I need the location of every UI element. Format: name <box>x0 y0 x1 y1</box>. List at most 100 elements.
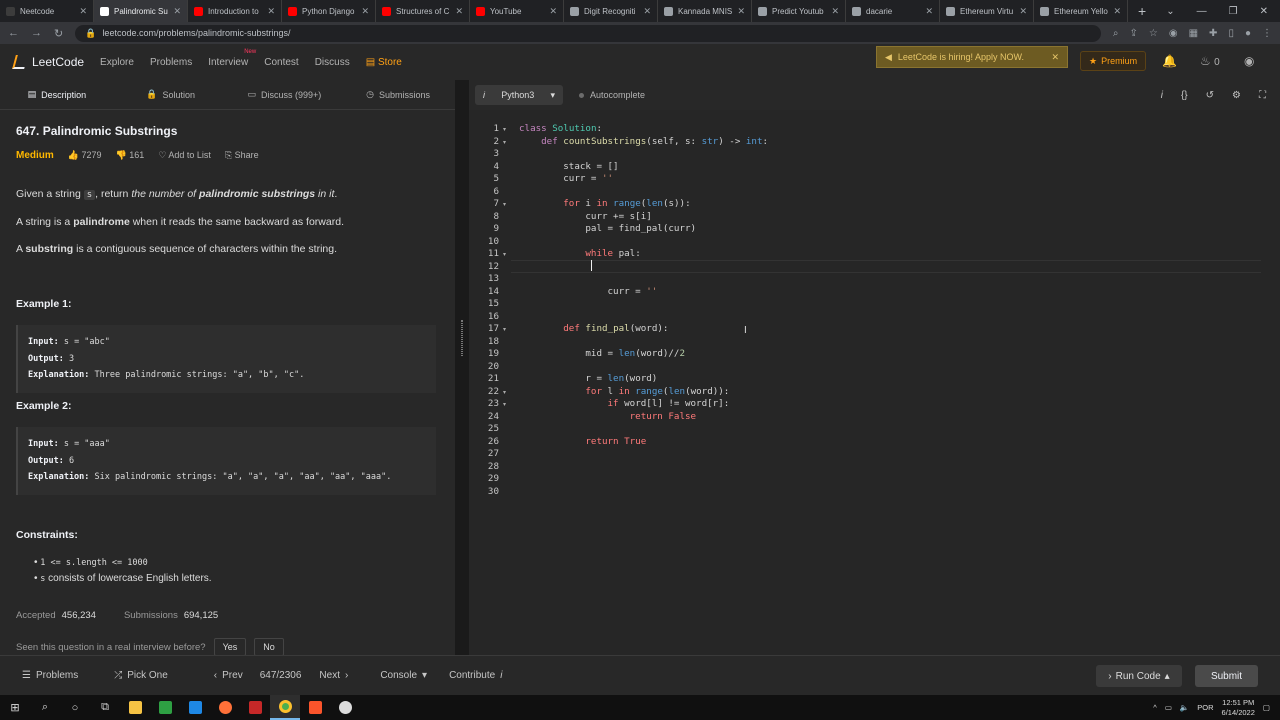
tab-discuss[interactable]: ▭ Discuss (999+) <box>228 80 342 110</box>
share-button[interactable]: ⎘ Share <box>225 150 259 161</box>
browser-tab[interactable]: Kannada MNIS ✕ <box>658 0 752 22</box>
fold-icon[interactable]: ▾ <box>503 326 506 333</box>
nav-discuss[interactable]: Discuss <box>315 57 350 68</box>
tab-solution[interactable]: 🔒 Solution <box>114 80 228 110</box>
minimize-button[interactable]: — <box>1197 6 1207 17</box>
contribute-button[interactable]: Contribute i <box>449 670 502 681</box>
sidebar-icon[interactable]: ▯ <box>1228 28 1234 39</box>
leetcode-logo[interactable]: LeetCode <box>12 55 84 69</box>
editor-scrollbar[interactable] <box>1268 110 1276 655</box>
extension-icon[interactable]: ▦ <box>1189 28 1198 39</box>
nav-explore[interactable]: Explore <box>100 57 134 68</box>
fold-icon[interactable]: ▾ <box>503 389 506 396</box>
submit-button[interactable]: Submit <box>1195 665 1258 687</box>
app-clock-icon[interactable] <box>330 695 360 720</box>
extension-icon[interactable]: ◉ <box>1169 28 1178 39</box>
premium-button[interactable]: ★ Premium <box>1080 51 1147 71</box>
close-window-button[interactable]: ✕ <box>1260 6 1268 17</box>
browser-tab[interactable]: Digit Recogniti ✕ <box>564 0 658 22</box>
close-tab-icon[interactable]: ✕ <box>737 6 745 17</box>
browser-tab[interactable]: Neetcode ✕ <box>0 0 94 22</box>
drag-handle[interactable] <box>461 320 463 356</box>
chrome-icon[interactable] <box>270 695 300 720</box>
windows-start-icon[interactable]: ⊞ <box>0 695 30 720</box>
close-tab-icon[interactable]: ✕ <box>643 6 651 17</box>
reset-icon[interactable]: ↺ <box>1206 90 1214 101</box>
app-green-icon[interactable] <box>150 695 180 720</box>
problems-button[interactable]: ☰ Problems <box>22 670 78 681</box>
chevron-up-icon[interactable]: ^ <box>1153 703 1157 712</box>
back-icon[interactable]: ← <box>8 27 19 39</box>
close-tab-icon[interactable]: ✕ <box>831 6 839 17</box>
prev-button[interactable]: ‹ Prev <box>214 670 243 681</box>
settings-icon[interactable]: ⚙ <box>1232 90 1241 101</box>
vscode-icon[interactable] <box>180 695 210 720</box>
search-icon[interactable]: ⌕ <box>1113 28 1119 39</box>
bell-icon[interactable]: 🔔 <box>1162 54 1177 68</box>
language-select[interactable]: i Python3 ▾ <box>475 85 563 105</box>
url-field[interactable]: 🔒 leetcode.com/problems/palindromic-subs… <box>75 24 1101 42</box>
forward-icon[interactable]: → <box>31 27 42 39</box>
close-tab-icon[interactable]: ✕ <box>1113 6 1121 17</box>
pick-one-button[interactable]: ⤮ Pick One <box>114 670 168 681</box>
fold-icon[interactable]: ▾ <box>503 139 506 146</box>
browser-tab[interactable]: Palindromic Su ✕ <box>94 0 188 22</box>
browser-tab[interactable]: Predict Youtub ✕ <box>752 0 846 22</box>
next-button[interactable]: Next › <box>319 670 348 681</box>
close-icon[interactable]: ✕ <box>1051 52 1059 63</box>
dislike-button[interactable]: 👎 161 <box>116 150 145 161</box>
firefox-icon[interactable] <box>210 695 240 720</box>
code-editor[interactable]: 1 ▾ 2 ▾ 3 4 5 6 7 ▾ 8 9 10 11 ▾ 12 13 14 15 16 17 ▾ 18 19 20 21 22… <box>469 110 1280 655</box>
nav-store[interactable]: ▤ Store <box>366 57 402 68</box>
search-icon[interactable]: ⌕ <box>30 695 60 720</box>
browser-tab[interactable]: Ethereum Virtu ✕ <box>940 0 1034 22</box>
browser-tab[interactable]: YouTube ✕ <box>470 0 564 22</box>
close-tab-icon[interactable]: ✕ <box>79 6 87 17</box>
keyboard-language[interactable]: POR <box>1197 703 1213 712</box>
browser-tab[interactable]: Ethereum Yello ✕ <box>1034 0 1128 22</box>
fullscreen-icon[interactable]: ⛶ <box>1259 90 1266 101</box>
add-to-list-button[interactable]: ♡ Add to List <box>158 150 211 161</box>
code-area[interactable]: class Solution: def countSubstrings(self… <box>519 110 1259 655</box>
nav-interview[interactable]: Interview New <box>208 49 256 68</box>
share-icon[interactable]: ⇪ <box>1130 28 1138 39</box>
fold-icon[interactable]: ▾ <box>503 126 506 133</box>
no-button[interactable]: No <box>254 638 284 656</box>
fold-icon[interactable]: ▾ <box>503 401 506 408</box>
notification-icon[interactable]: ▢ <box>1263 703 1270 712</box>
maximize-button[interactable]: ❐ <box>1229 6 1238 17</box>
cortana-icon[interactable]: ○ <box>60 695 90 720</box>
browser-tab[interactable]: Introduction to ✕ <box>188 0 282 22</box>
info-icon[interactable]: i <box>1161 90 1163 101</box>
reload-icon[interactable]: ↻ <box>54 27 63 40</box>
fold-icon[interactable]: ▾ <box>503 201 506 208</box>
close-tab-icon[interactable]: ✕ <box>173 6 181 17</box>
nav-contest[interactable]: Contest <box>264 57 298 68</box>
tab-description[interactable]: ▤ Description <box>0 80 114 110</box>
streak-counter[interactable]: ♨ 0 <box>1200 54 1220 68</box>
nav-problems[interactable]: Problems <box>150 57 192 68</box>
brave-icon[interactable] <box>300 695 330 720</box>
close-tab-icon[interactable]: ✕ <box>455 6 463 17</box>
fold-icon[interactable]: ▾ <box>503 251 506 258</box>
autocomplete-toggle[interactable]: Autocomplete <box>579 90 645 100</box>
task-view-icon[interactable]: ⧉ <box>90 695 120 720</box>
hiring-banner[interactable]: ◀ LeetCode is hiring! Apply NOW. ✕ <box>876 46 1068 68</box>
battery-icon[interactable]: ▭ <box>1165 703 1172 712</box>
like-button[interactable]: 👍 7279 <box>68 150 102 161</box>
chevron-down-icon[interactable]: ⌄ <box>1166 6 1174 17</box>
browser-tab[interactable]: Structures of C ✕ <box>376 0 470 22</box>
browser-tab[interactable]: dacarie ✕ <box>846 0 940 22</box>
puzzle-icon[interactable]: ✚ <box>1209 28 1217 39</box>
new-tab-button[interactable]: + <box>1128 3 1156 19</box>
star-icon[interactable]: ☆ <box>1149 28 1158 39</box>
close-tab-icon[interactable]: ✕ <box>925 6 933 17</box>
close-tab-icon[interactable]: ✕ <box>267 6 275 17</box>
app-red-icon[interactable] <box>240 695 270 720</box>
braces-icon[interactable]: {} <box>1181 90 1188 101</box>
close-tab-icon[interactable]: ✕ <box>549 6 557 17</box>
file-explorer-icon[interactable] <box>120 695 150 720</box>
profile-icon[interactable]: ● <box>1245 28 1251 39</box>
volume-icon[interactable]: 🔈 <box>1180 703 1189 712</box>
clock[interactable]: 12:51 PM 6/14/2022 <box>1222 698 1255 718</box>
